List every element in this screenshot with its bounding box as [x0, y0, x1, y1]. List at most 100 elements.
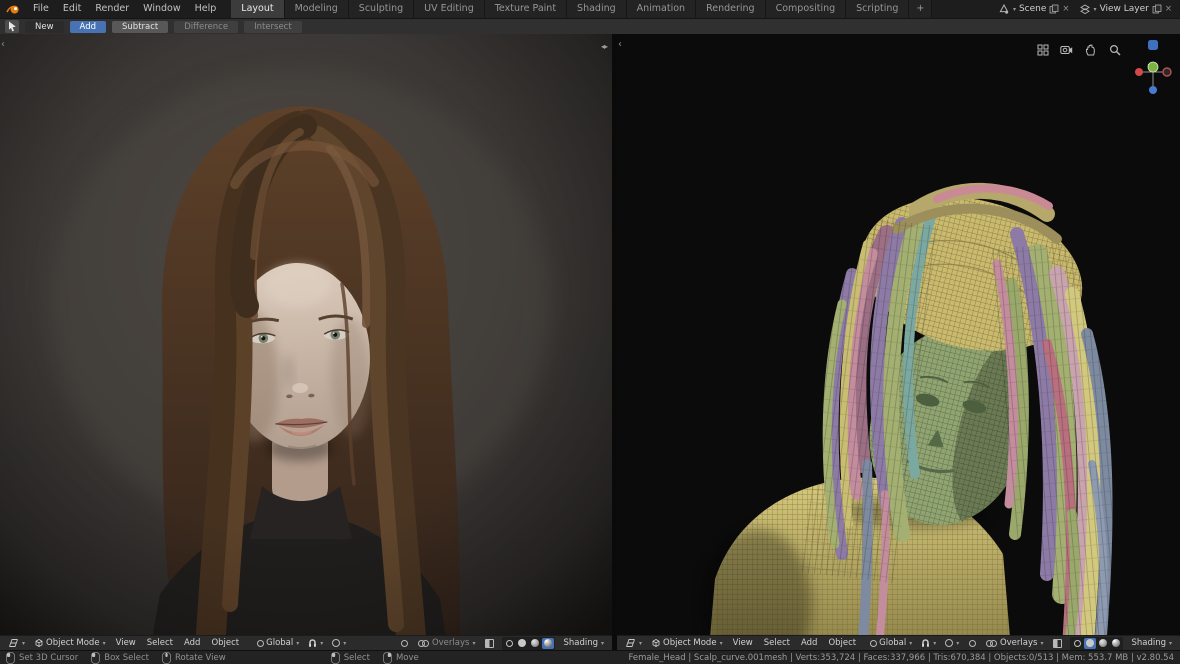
rendered-sphere-icon: [544, 639, 553, 647]
proportional-editing-dropdown[interactable]: ▾: [328, 637, 350, 650]
blender-logo-icon[interactable]: [0, 4, 26, 15]
tab-compositing[interactable]: Compositing: [765, 0, 847, 18]
menu-add[interactable]: Add: [796, 638, 822, 648]
tool-intersect-button[interactable]: Intersect: [244, 20, 302, 33]
viewport-rendered: ‹ ▾ Object Mode ▾ View Select Add Object…: [0, 34, 612, 650]
xray-toggle[interactable]: [481, 637, 498, 650]
menu-object[interactable]: Object: [823, 638, 861, 648]
shading-wireframe-button[interactable]: [503, 638, 515, 649]
tab-scripting[interactable]: Scripting: [846, 0, 910, 18]
shading-rendered-button[interactable]: [1110, 638, 1122, 649]
shading-solid-button[interactable]: [1084, 637, 1097, 649]
keymap-hint-move: Move: [383, 651, 419, 664]
remove-view-layer-icon[interactable]: ×: [1165, 4, 1172, 14]
tool-difference-button[interactable]: Difference: [174, 20, 239, 33]
topbar: File Edit Render Window Help Layout Mode…: [0, 0, 1180, 18]
mouse-right-icon: [383, 651, 392, 664]
mode-dropdown[interactable]: Object Mode ▾: [647, 637, 727, 650]
tab-rendering[interactable]: Rendering: [696, 0, 766, 18]
mode-dropdown[interactable]: Object Mode ▾: [30, 637, 110, 650]
menu-view[interactable]: View: [111, 638, 141, 648]
shading-material-button[interactable]: [529, 638, 541, 649]
editor-type-button[interactable]: ▾: [621, 637, 646, 650]
material-sphere-icon: [531, 639, 540, 647]
chevron-down-icon: ▾: [472, 639, 476, 647]
solid-sphere-icon: [1086, 639, 1095, 647]
new-view-layer-icon[interactable]: [1152, 4, 1162, 14]
viewport-splitter-handle[interactable]: ◂▸: [601, 42, 608, 51]
menu-select[interactable]: Select: [759, 638, 795, 648]
proportional-editing-dropdown[interactable]: ▾: [941, 637, 963, 650]
orientation-label: Global: [879, 638, 907, 648]
new-scene-icon[interactable]: [1049, 4, 1059, 14]
view-layer-selector[interactable]: ▾ View Layer ×: [1079, 3, 1172, 15]
tab-texture-paint[interactable]: Texture Paint: [484, 0, 568, 18]
keymap-hint-rotate-view: Rotate View: [162, 651, 226, 664]
shading-solid-button[interactable]: [516, 638, 528, 649]
mode-label: Object Mode: [663, 638, 717, 648]
orientation-dropdown[interactable]: Global ▾: [866, 637, 916, 650]
overlays-dropdown[interactable]: Overlays ▾: [982, 637, 1048, 650]
tab-layout[interactable]: Layout: [231, 0, 285, 18]
workspace-tabs: Layout Modeling Sculpting UV Editing Tex…: [231, 0, 933, 18]
3d-viewport-canvas-solid[interactable]: [617, 34, 1180, 650]
tab-sculpting[interactable]: Sculpting: [348, 0, 415, 18]
add-workspace-button[interactable]: +: [909, 0, 933, 18]
show-toolbar-arrow[interactable]: ‹: [618, 40, 622, 50]
scene-label: Scene: [1018, 4, 1047, 14]
xray-toggle[interactable]: [1049, 637, 1066, 650]
overlays-dropdown[interactable]: Overlays ▾: [414, 637, 480, 650]
shading-material-button[interactable]: [1097, 638, 1109, 649]
solid-sphere-icon: [518, 639, 527, 647]
menu-window[interactable]: Window: [136, 0, 187, 18]
orientation-dropdown[interactable]: Global ▾: [253, 637, 303, 650]
tool-add-button[interactable]: Add: [69, 20, 107, 33]
menu-view[interactable]: View: [728, 638, 758, 648]
shading-rendered-button[interactable]: [542, 637, 555, 649]
tab-animation[interactable]: Animation: [626, 0, 697, 18]
gizmos-toggle[interactable]: [965, 637, 980, 650]
zoom-button[interactable]: [1107, 42, 1122, 57]
menu-add[interactable]: Add: [179, 638, 205, 648]
active-tool-button[interactable]: [5, 20, 19, 33]
grid-view-button[interactable]: [1035, 42, 1050, 57]
rendered-sphere-icon: [1112, 639, 1121, 647]
menu-select[interactable]: Select: [142, 638, 178, 648]
scene-selector[interactable]: ▾ Scene ×: [999, 4, 1070, 14]
xray-icon: [1053, 638, 1063, 648]
pan-hand-button[interactable]: [1083, 42, 1098, 57]
camera-view-button[interactable]: [1059, 42, 1074, 57]
magnet-icon: [309, 639, 317, 647]
menu-edit[interactable]: Edit: [56, 0, 88, 18]
unlink-scene-icon[interactable]: ×: [1062, 4, 1069, 14]
hint-label: Set 3D Cursor: [19, 652, 79, 663]
scene-icon: [999, 4, 1009, 14]
chevron-down-icon: ▾: [933, 639, 937, 647]
chevron-down-icon: ▾: [102, 639, 106, 647]
3d-viewport-canvas-rendered[interactable]: [0, 34, 612, 650]
snapping-dropdown[interactable]: ▾: [304, 637, 327, 650]
editor-type-button[interactable]: ▾: [4, 637, 29, 650]
show-toolbar-arrow[interactable]: ‹: [1, 40, 5, 50]
menu-help[interactable]: Help: [188, 0, 224, 18]
tab-uv-editing[interactable]: UV Editing: [414, 0, 485, 18]
snapping-dropdown[interactable]: ▾: [917, 637, 940, 650]
menu-file[interactable]: File: [26, 0, 56, 18]
shading-dropdown[interactable]: Shading ▾: [1127, 637, 1176, 650]
navigation-gizmo[interactable]: [1132, 38, 1174, 96]
menu-object[interactable]: Object: [206, 638, 244, 648]
shading-wireframe-button[interactable]: [1071, 638, 1083, 649]
tool-new-button[interactable]: New: [25, 20, 64, 33]
chevron-down-icon: ▾: [296, 639, 300, 647]
material-sphere-icon: [1099, 639, 1108, 647]
chevron-down-icon: ▾: [1040, 639, 1044, 647]
menu-render[interactable]: Render: [88, 0, 136, 18]
overlays-label: Overlays: [999, 638, 1038, 648]
tab-modeling[interactable]: Modeling: [284, 0, 349, 18]
tab-shading[interactable]: Shading: [567, 0, 627, 18]
gizmos-toggle[interactable]: [397, 637, 412, 650]
shading-dropdown[interactable]: Shading ▾: [559, 637, 608, 650]
keymap-hint-set-3d-cursor: Set 3D Cursor: [6, 651, 79, 664]
blender-window: File Edit Render Window Help Layout Mode…: [0, 0, 1180, 664]
tool-subtract-button[interactable]: Subtract: [112, 20, 169, 33]
